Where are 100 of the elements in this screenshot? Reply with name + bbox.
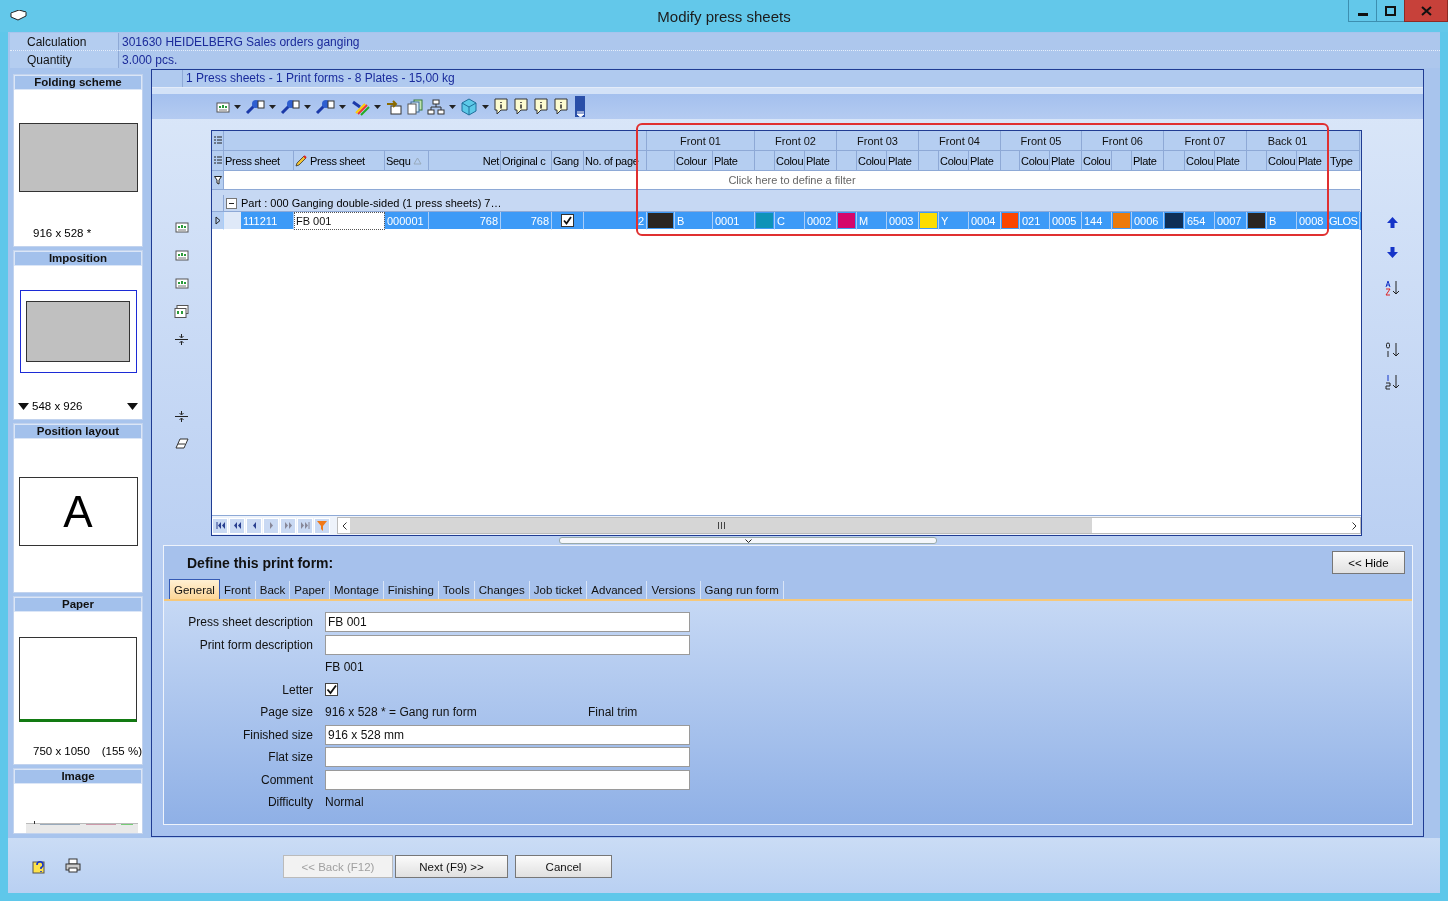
- overflow-arrow-icon[interactable]: [576, 111, 584, 117]
- column-header[interactable]: Net: [482, 154, 499, 167]
- info-bubble-icon[interactable]: [493, 98, 509, 115]
- tab[interactable]: Finishing: [383, 581, 439, 599]
- text-field[interactable]: [325, 634, 690, 655]
- info-bubble-icon[interactable]: [533, 98, 549, 115]
- dropdown-caret-icon[interactable]: [374, 104, 381, 109]
- column-header[interactable]: Plate: [1298, 154, 1322, 167]
- column-header[interactable]: Gang: [553, 154, 579, 167]
- text-field[interactable]: FB 001: [325, 612, 690, 633]
- dropdown-caret-icon[interactable]: [127, 402, 138, 410]
- dialog-button[interactable]: Cancel: [515, 855, 612, 878]
- next-page-button[interactable]: [280, 517, 296, 534]
- tab[interactable]: Tools: [438, 581, 475, 599]
- tab[interactable]: Changes: [474, 581, 530, 599]
- splitter-handle[interactable]: [559, 537, 937, 544]
- column-header[interactable]: Colour: [676, 154, 707, 167]
- column-header[interactable]: Colou: [1083, 154, 1111, 167]
- collapse-icon[interactable]: [226, 197, 237, 209]
- column-header[interactable]: Type: [1330, 154, 1353, 167]
- group-row[interactable]: Part : 000 Ganging double-sided (1 press sheets) 7…: [212, 190, 1361, 212]
- dropdown-caret-icon[interactable]: [482, 104, 489, 109]
- dropdown-caret-icon[interactable]: [449, 104, 456, 109]
- dialog-button[interactable]: Next (F9) >>: [395, 855, 508, 878]
- stacked-sheets-icon[interactable]: [174, 305, 189, 318]
- help-icon[interactable]: [32, 858, 48, 874]
- scroll-left-icon[interactable]: [341, 521, 347, 530]
- tab[interactable]: Paper: [290, 581, 331, 599]
- previous-page-button[interactable]: [229, 517, 245, 534]
- info-bubble-icon[interactable]: [553, 98, 569, 115]
- horizontal-scrollbar[interactable]: [337, 517, 1361, 534]
- tab[interactable]: Back: [255, 581, 291, 599]
- previous-button[interactable]: [246, 517, 262, 534]
- sort-numeric-icon[interactable]: [1384, 374, 1401, 390]
- first-page-button[interactable]: [212, 517, 228, 534]
- column-header[interactable]: Plate: [806, 154, 830, 167]
- dropdown-caret-icon[interactable]: [339, 104, 346, 109]
- dropdown-caret-icon[interactable]: [234, 104, 241, 109]
- split-icon[interactable]: [175, 411, 188, 422]
- close-icon[interactable]: [1420, 5, 1432, 16]
- text-field[interactable]: [325, 747, 690, 768]
- dropdown-caret-icon[interactable]: [304, 104, 311, 109]
- tab[interactable]: Versions: [647, 581, 701, 599]
- press-sheet-icon[interactable]: [216, 100, 230, 113]
- column-header[interactable]: Colou: [940, 154, 968, 167]
- grip-icon[interactable]: [717, 522, 725, 529]
- column-header[interactable]: Colou: [1021, 154, 1049, 167]
- tab[interactable]: General: [169, 579, 220, 599]
- checkbox[interactable]: [561, 214, 574, 227]
- column-header[interactable]: Sequ: [386, 154, 411, 167]
- dropdown-caret-icon[interactable]: [18, 402, 29, 410]
- text-field[interactable]: 916 x 528 mm: [325, 724, 690, 745]
- column-header[interactable]: Plate: [1133, 154, 1157, 167]
- hide-button[interactable]: << Hide: [1332, 551, 1405, 574]
- column-header[interactable]: Original c: [502, 154, 546, 167]
- close-button[interactable]: [1404, 0, 1448, 22]
- column-header[interactable]: Plate: [888, 154, 912, 167]
- column-header[interactable]: Colou: [858, 154, 886, 167]
- eraser-icon[interactable]: [174, 438, 189, 449]
- filter-icon[interactable]: [213, 175, 222, 185]
- wrench-icon[interactable]: [245, 97, 265, 116]
- tab[interactable]: Advanced: [587, 581, 648, 599]
- column-header[interactable]: Plate: [714, 154, 738, 167]
- move-up-icon[interactable]: [1387, 217, 1398, 228]
- dropdown-caret-icon[interactable]: [269, 104, 276, 109]
- tab[interactable]: Job ticket: [529, 581, 588, 599]
- hierarchy-icon[interactable]: [427, 98, 445, 115]
- minimize-button[interactable]: [1348, 0, 1377, 22]
- sort-alphabetical-icon[interactable]: [1384, 280, 1401, 296]
- tab[interactable]: Montage: [330, 581, 384, 599]
- column-chooser-icon[interactable]: [213, 135, 222, 146]
- column-header[interactable]: Plate: [1216, 154, 1240, 167]
- info-bubble-icon[interactable]: [513, 98, 529, 115]
- pages-icon[interactable]: [407, 98, 423, 115]
- column-chooser-icon[interactable]: [213, 155, 222, 166]
- toolbar-overflow-button[interactable]: [575, 96, 585, 117]
- column-header[interactable]: Plate: [970, 154, 994, 167]
- checkbox[interactable]: [325, 683, 338, 697]
- split-icon[interactable]: [175, 334, 188, 345]
- column-header[interactable]: Colou: [1268, 154, 1296, 167]
- text-field[interactable]: [325, 769, 690, 790]
- table-row[interactable]: 111211 FB 001 000001 768 768 2 B 0001 C 0002 M 0003 Y 0004 021 0005 144 0006 654 0007 B 0008 GLOS: [212, 212, 1361, 230]
- column-header[interactable]: Press sheet: [310, 154, 365, 167]
- tab[interactable]: Gang run form: [700, 581, 784, 599]
- press-sheet-icon[interactable]: [174, 249, 189, 261]
- column-header[interactable]: Plate: [1051, 154, 1075, 167]
- wrench-icon[interactable]: [315, 97, 335, 116]
- sort-numeric-icon[interactable]: [1384, 342, 1401, 358]
- app-book-icon[interactable]: [10, 10, 27, 22]
- wrench-icon[interactable]: [280, 97, 300, 116]
- previous-page-icon[interactable]: [232, 522, 242, 529]
- column-header[interactable]: Colou: [776, 154, 804, 167]
- maximize-icon[interactable]: [1385, 5, 1396, 16]
- transfer-icon[interactable]: [385, 98, 403, 115]
- caret-icon[interactable]: [744, 539, 752, 543]
- last-page-button[interactable]: [297, 517, 313, 534]
- column-header[interactable]: Press sheet: [225, 154, 280, 167]
- press-sheet-icon[interactable]: [174, 277, 189, 289]
- column-header[interactable]: Colou: [1186, 154, 1214, 167]
- scroll-right-icon[interactable]: [1351, 521, 1357, 530]
